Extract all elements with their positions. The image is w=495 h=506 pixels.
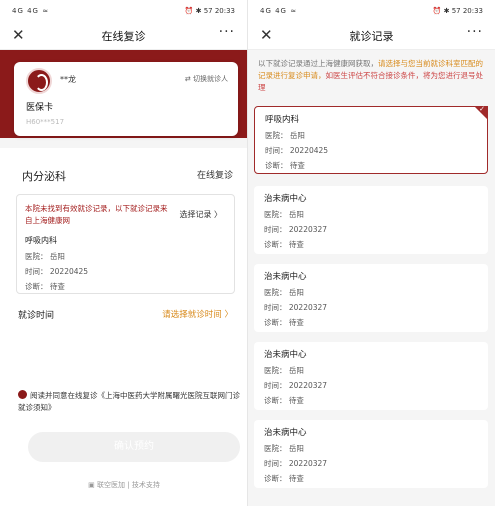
- record-time: 时间： 20220327: [264, 225, 328, 234]
- record-department: 呼吸内科: [265, 115, 300, 125]
- record-department: 治未病中心: [264, 194, 307, 204]
- check-icon: ✓: [479, 105, 485, 113]
- record-card[interactable]: ✓ 呼吸内科 医院： 岳阳 时间： 20220425 诊断： 待查: [254, 105, 488, 174]
- record-time: 时间： 20220327: [264, 459, 328, 468]
- record-notice: 本院未找到有效就诊记录，以下就诊记录来自上海健康网: [25, 204, 168, 225]
- tech-support-footer: ▣ 联空医加 | 技术支持: [88, 481, 160, 489]
- record-department: 呼吸内科: [25, 236, 57, 245]
- record-time: 时间： 20220327: [264, 381, 328, 390]
- switch-patient-button[interactable]: ⇄ 切换就诊人: [185, 74, 228, 84]
- more-icon[interactable]: ···: [467, 24, 483, 40]
- record-hospital: 医院： 岳阳: [264, 210, 304, 219]
- record-diagnosis: 诊断： 待查: [25, 282, 65, 291]
- nav-bar: ✕ 就诊记录 ···: [248, 22, 495, 50]
- visit-time-label: 就诊时间: [18, 311, 55, 321]
- clock-status: ⏰ ✱ 57 20:33: [432, 7, 483, 15]
- record-time: 时间： 20220327: [264, 303, 328, 312]
- visit-time-select[interactable]: 请选择就诊时间 〉: [162, 308, 233, 320]
- patient-card: **龙 ⇄ 切换就诊人 医保卡 H60***517: [14, 62, 238, 136]
- record-hospital: 医院： 岳阳: [264, 444, 304, 453]
- signal-status: 4G 4G ≈: [12, 7, 50, 15]
- record-diagnosis: 诊断： 待查: [264, 474, 304, 483]
- department-tag: 在线复诊: [196, 171, 233, 181]
- close-icon[interactable]: ✕: [260, 26, 273, 44]
- record-diagnosis: 诊断： 待查: [264, 318, 304, 327]
- record-diagnosis: 诊断： 待查: [265, 161, 305, 170]
- record-card[interactable]: 治未病中心 医院： 岳阳 时间： 20220327 诊断： 待查: [254, 186, 488, 254]
- signal-status: 4G 4G ≈: [260, 7, 298, 15]
- record-hospital: 医院： 岳阳: [265, 131, 305, 140]
- record-time: 时间： 20220425: [265, 146, 329, 155]
- clock-status: ⏰ ✱ 57 20:33: [184, 7, 235, 15]
- hospital-logo: [26, 68, 52, 94]
- online-revisit-screen: 4G 4G ≈ ⏰ ✱ 57 20:33 ✕ 在线复诊 ··· **龙 ⇄ 切换…: [0, 0, 248, 506]
- agree-checkbox[interactable]: [18, 390, 27, 399]
- visit-records-screen: 4G 4G ≈ ⏰ ✱ 57 20:33 ✕ 就诊记录 ··· 以下就诊记录通过…: [248, 0, 495, 506]
- record-hospital: 医院： 岳阳: [264, 366, 304, 375]
- status-bar: 4G 4G ≈ ⏰ ✱ 57 20:33: [0, 0, 247, 22]
- select-record-button[interactable]: 选择记录 〉: [179, 209, 222, 220]
- agreement-text: 阅读并同意在线复诊《上海中医药大学附属曙光医院互联网门诊就诊须知》: [18, 391, 240, 412]
- card-type: 医保卡: [26, 103, 54, 113]
- more-icon[interactable]: ···: [219, 24, 235, 40]
- tip-source: 以下就诊记录通过上海健康网获取，: [258, 59, 378, 68]
- nav-bar: ✕ 在线复诊 ···: [0, 22, 247, 50]
- department-name: 内分泌科: [22, 170, 66, 183]
- close-icon[interactable]: ✕: [12, 26, 25, 44]
- record-card[interactable]: 治未病中心 医院： 岳阳 时间： 20220327 诊断： 待查: [254, 264, 488, 332]
- record-department: 治未病中心: [264, 272, 307, 282]
- agreement[interactable]: 阅读并同意在线复诊《上海中医药大学附属曙光医院互联网门诊就诊须知》: [18, 390, 240, 414]
- status-bar: 4G 4G ≈ ⏰ ✱ 57 20:33: [248, 0, 495, 22]
- page-title: 在线复诊: [101, 29, 146, 43]
- patient-name: **龙: [60, 75, 76, 84]
- record-hospital: 医院： 岳阳: [25, 252, 65, 261]
- visit-record-box: 本院未找到有效就诊记录，以下就诊记录来自上海健康网 选择记录 〉 呼吸内科 医院…: [16, 194, 235, 294]
- record-hospital: 医院： 岳阳: [264, 288, 304, 297]
- record-diagnosis: 诊断： 待查: [264, 240, 304, 249]
- card-number: H60***517: [26, 118, 65, 126]
- record-card[interactable]: 治未病中心 医院： 岳阳 时间： 20220327 诊断： 待查: [254, 342, 488, 410]
- record-time: 时间： 20220425: [25, 267, 89, 276]
- record-department: 治未病中心: [264, 428, 307, 438]
- records-tip: 以下就诊记录通过上海健康网获取，请选择与您当前就诊科室匹配的记录进行复诊申请，如…: [258, 58, 486, 94]
- confirm-button[interactable]: 确认预约: [28, 432, 240, 462]
- record-department: 治未病中心: [264, 350, 307, 360]
- record-diagnosis: 诊断： 待查: [264, 396, 304, 405]
- page-title: 就诊记录: [349, 29, 394, 43]
- record-card[interactable]: 治未病中心 医院： 岳阳 时间： 20220327 诊断： 待查: [254, 420, 488, 488]
